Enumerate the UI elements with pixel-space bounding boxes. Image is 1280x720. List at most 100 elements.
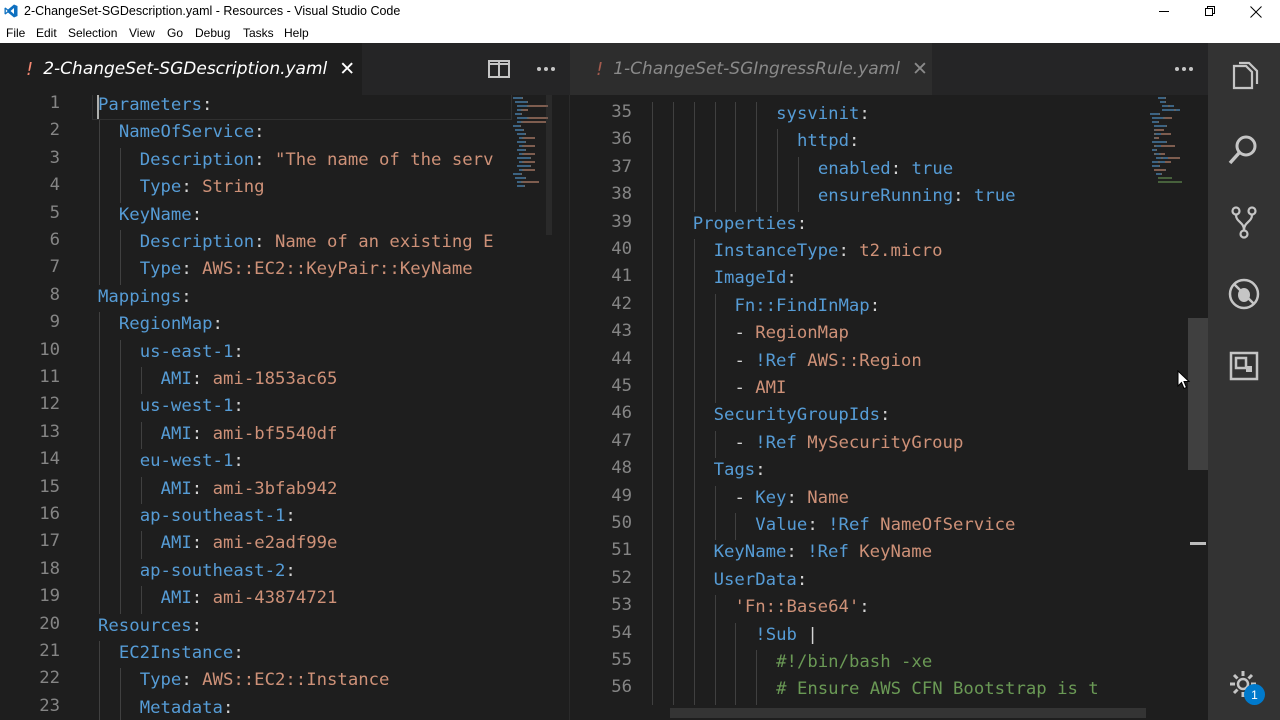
- minimap-stripe: [1165, 117, 1172, 119]
- code-line[interactable]: 1 Parameters:: [0, 95, 552, 120]
- code-line[interactable]: 38 ensureRunning: true: [570, 184, 1146, 212]
- code-line[interactable]: 35 sysvinit:: [570, 102, 1146, 130]
- tab-sgingressrule[interactable]: ! 1-ChangeSet-SGIngressRule.yaml ✕: [570, 43, 932, 95]
- token: -: [734, 487, 756, 508]
- code-line[interactable]: 19 AMI: ami-43874721: [0, 586, 552, 614]
- code-line[interactable]: 41 ImageId:: [570, 266, 1146, 294]
- line-number: 16: [39, 504, 60, 524]
- token: RegionMap: [755, 323, 849, 344]
- debug-icon[interactable]: [1226, 276, 1262, 312]
- tab-sgdescription[interactable]: ! 2-ChangeSet-SGDescription.yaml ✕: [0, 43, 362, 95]
- indent-guide: [756, 677, 758, 705]
- code-line[interactable]: 36 httpd:: [570, 129, 1146, 157]
- indent-guide: [693, 129, 695, 157]
- indent-guide: [119, 668, 121, 696]
- code-line[interactable]: 3 Description: "The name of the serv: [0, 147, 552, 176]
- indent-guide: [714, 513, 716, 541]
- code-line[interactable]: 22 Type: AWS::EC2::Instance: [0, 668, 552, 696]
- close-icon[interactable]: ✕: [339, 58, 355, 80]
- code-line[interactable]: 15 AMI: ami-3bfab942: [0, 476, 552, 504]
- menu-view[interactable]: View: [129, 26, 155, 40]
- code-line[interactable]: 54 !Sub |: [570, 622, 1146, 650]
- menu-tasks[interactable]: Tasks: [243, 26, 274, 40]
- editor-split-divider[interactable]: [552, 95, 570, 720]
- split-editor-icon[interactable]: [488, 59, 510, 79]
- code-line[interactable]: 48 Tags:: [570, 458, 1146, 486]
- code-line[interactable]: 11 AMI: ami-1853ac65: [0, 367, 552, 395]
- menu-debug[interactable]: Debug: [195, 26, 230, 40]
- code-line[interactable]: 40 InstanceType: t2.micro: [570, 239, 1146, 267]
- code-line[interactable]: 51 KeyName: !Ref KeyName: [570, 540, 1146, 568]
- code-line[interactable]: 50 Value: !Ref NameOfService: [570, 513, 1146, 541]
- code-line[interactable]: 56 # Ensure AWS CFN Bootstrap is t: [570, 677, 1146, 705]
- menu-go[interactable]: Go: [167, 26, 183, 40]
- right-scrollbar-thumb[interactable]: [1188, 318, 1208, 470]
- token: AMI: [160, 369, 192, 389]
- token: Description: [139, 149, 255, 170]
- code-line[interactable]: 9 RegionMap:: [0, 312, 552, 340]
- code-line[interactable]: 2 NameOfService:: [0, 120, 552, 148]
- code-line[interactable]: 23 Metadata:: [0, 695, 552, 720]
- code-line[interactable]: 42 Fn::FindInMap:: [570, 293, 1146, 322]
- menu-file[interactable]: File: [6, 26, 25, 40]
- code-line[interactable]: 13 AMI: ami-bf5540df: [0, 421, 552, 450]
- token: AMI: [160, 588, 192, 609]
- code-line[interactable]: 7 Type: AWS::EC2::KeyPair::KeyName: [0, 257, 552, 285]
- restore-button[interactable]: [1187, 0, 1233, 23]
- extensions-icon[interactable]: [1226, 348, 1262, 384]
- code-line[interactable]: 20 Resources:: [0, 614, 552, 641]
- more-actions-icon[interactable]: [1174, 66, 1194, 72]
- code-line[interactable]: 18 ap-southeast-2:: [0, 558, 552, 587]
- code-line[interactable]: 53 'Fn::Base64':: [570, 595, 1146, 623]
- minimize-button[interactable]: [1141, 0, 1187, 23]
- code-text: ap-southeast-2:: [140, 561, 296, 581]
- code-line[interactable]: 39 Properties:: [570, 211, 1146, 239]
- indent-guide: [756, 129, 758, 157]
- token: String: [202, 177, 265, 198]
- code-line[interactable]: 52 UserData:: [570, 567, 1146, 596]
- token: Mappings: [98, 286, 182, 307]
- indent-guide: [652, 485, 653, 513]
- right-scrollbar-track[interactable]: [1188, 95, 1208, 720]
- code-line[interactable]: 44 - !Ref AWS::Region: [570, 348, 1146, 376]
- more-actions-icon[interactable]: [536, 66, 556, 72]
- indent-guide: [714, 156, 716, 185]
- code-line[interactable]: 21 EC2Instance:: [0, 641, 552, 669]
- token: us-west-1: [139, 396, 234, 417]
- menu-selection[interactable]: Selection: [68, 26, 117, 40]
- token: :: [796, 213, 808, 234]
- right-minimap[interactable]: [1146, 95, 1184, 245]
- explorer-icon[interactable]: [1226, 60, 1262, 96]
- menu-edit[interactable]: Edit: [36, 26, 57, 40]
- code-line[interactable]: 5 KeyName:: [0, 202, 552, 230]
- close-window-button[interactable]: [1233, 0, 1279, 23]
- code-line[interactable]: 10 us-east-1:: [0, 339, 552, 367]
- code-line[interactable]: 8 Mappings:: [0, 285, 552, 312]
- code-line[interactable]: 14 eu-west-1:: [0, 449, 552, 477]
- code-line[interactable]: 12 us-west-1:: [0, 394, 552, 422]
- code-line[interactable]: 6 Description: Name of an existing E: [0, 230, 552, 258]
- code-line[interactable]: 37 enabled: true: [570, 156, 1146, 185]
- code-line[interactable]: 4 Type: String: [0, 175, 552, 203]
- right-code-editor[interactable]: 35 sysvinit: 36 httpd: 37 enabled: true 38 ensu…: [570, 95, 1146, 720]
- window-title: 2-ChangeSet-SGDescription.yaml - Resourc…: [24, 4, 401, 18]
- code-line[interactable]: 47 - !Ref MySecurityGroup: [570, 430, 1146, 459]
- code-line[interactable]: 55 #!/bin/bash -xe: [570, 650, 1146, 678]
- token: true: [911, 158, 954, 179]
- code-line[interactable]: 46 SecurityGroupIds:: [570, 403, 1146, 431]
- code-line[interactable]: 45 - AMI: [570, 376, 1146, 404]
- left-code-editor[interactable]: 1 Parameters: 2 NameOfService: 3 Description:…: [0, 95, 552, 720]
- code-line[interactable]: 17 AMI: ami-e2adf99e: [0, 531, 552, 559]
- search-icon[interactable]: [1226, 132, 1262, 168]
- line-number: 49: [611, 485, 632, 506]
- source-control-icon[interactable]: [1226, 204, 1262, 240]
- menu-help[interactable]: Help: [284, 26, 309, 40]
- code-line[interactable]: 16 ap-southeast-1:: [0, 504, 552, 532]
- code-line[interactable]: 43 - RegionMap: [570, 321, 1146, 349]
- indent-guide: [652, 184, 653, 212]
- code-line[interactable]: 49 - Key: Name: [570, 485, 1146, 513]
- indent-guide: [672, 567, 674, 596]
- right-horizontal-scrollbar[interactable]: [670, 708, 1146, 718]
- indent-guide: [119, 476, 121, 504]
- close-icon[interactable]: ✕: [912, 58, 928, 80]
